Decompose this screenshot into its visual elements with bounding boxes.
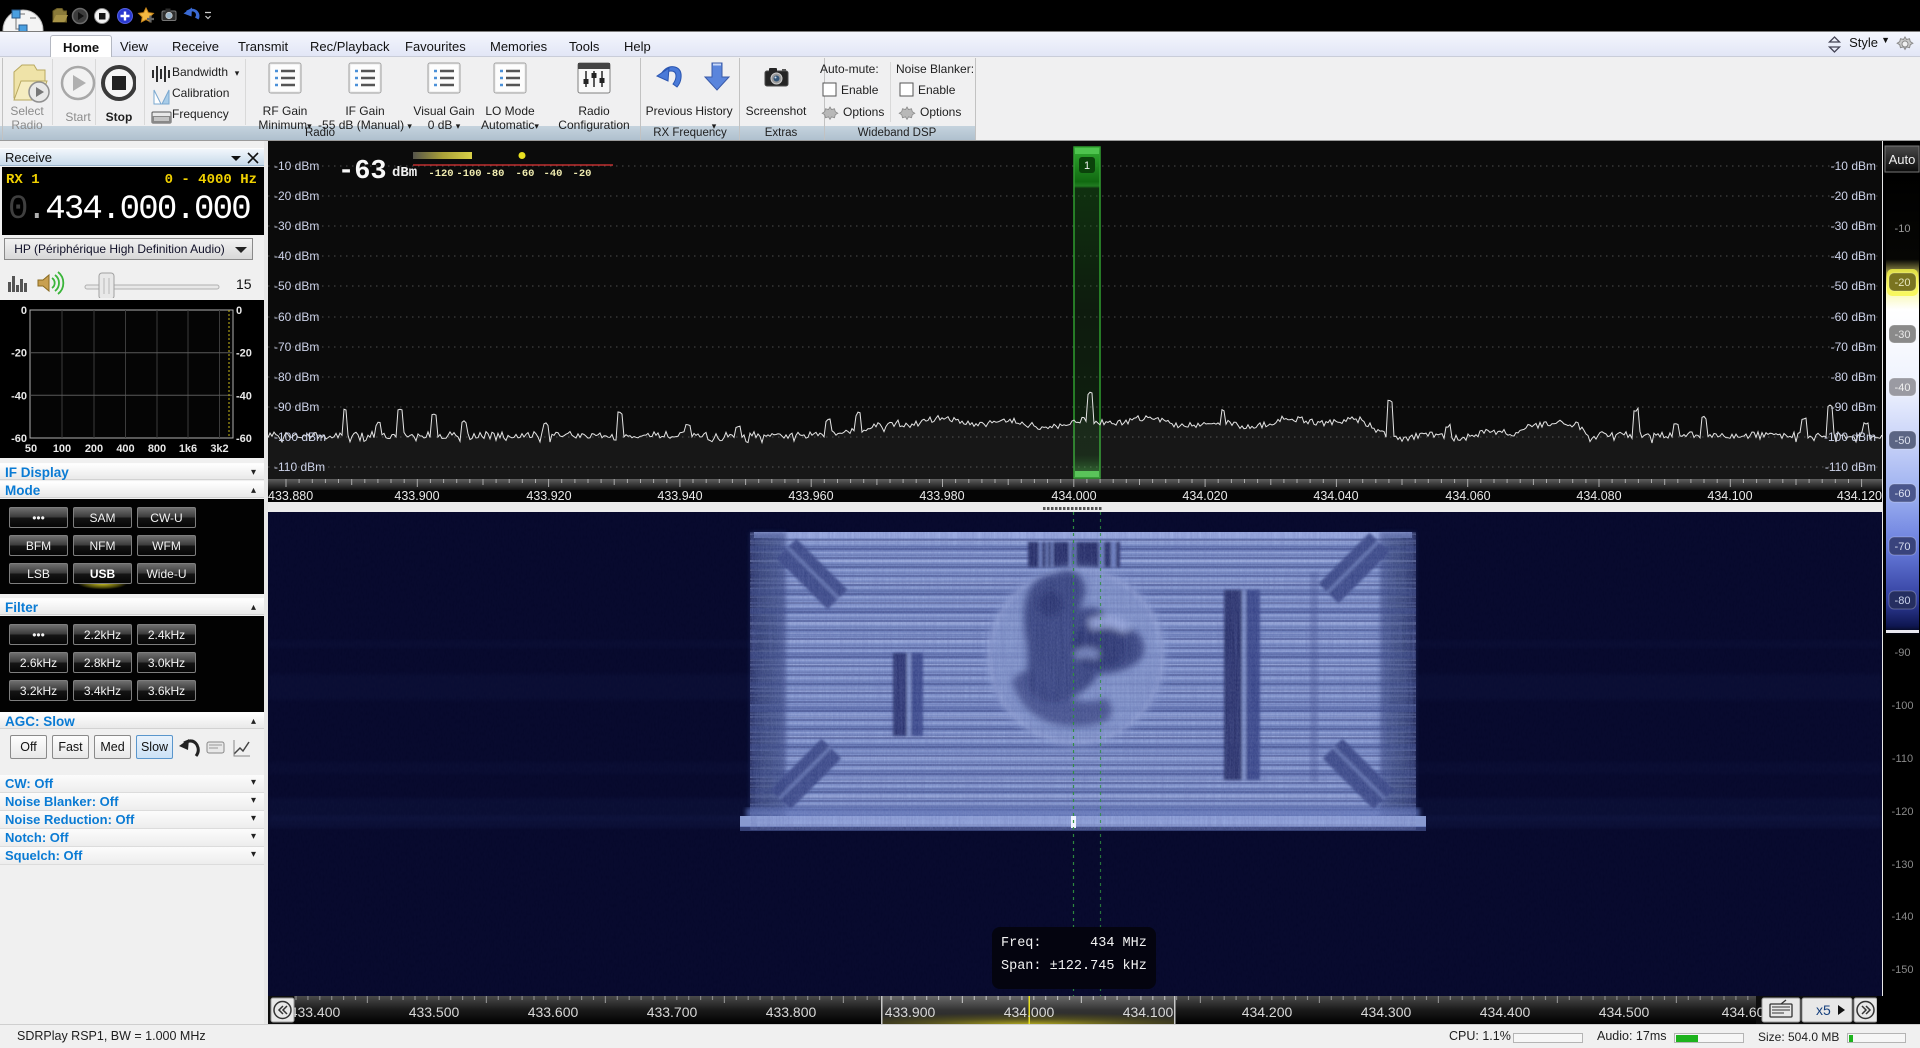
svg-text:-90 dBm: -90 dBm xyxy=(1831,400,1876,414)
svg-text:-90 dBm: -90 dBm xyxy=(274,400,319,414)
svg-text:-50: -50 xyxy=(1895,435,1911,447)
svg-text:434.120: 434.120 xyxy=(1837,489,1882,502)
svg-text:433.900: 433.900 xyxy=(885,1004,936,1020)
svg-text:-80 dBm: -80 dBm xyxy=(1831,370,1876,384)
svg-text:-120: -120 xyxy=(1891,806,1913,818)
svg-text:433.500: 433.500 xyxy=(409,1004,460,1020)
svg-text:434.400: 434.400 xyxy=(1480,1004,1531,1020)
svg-text:433.980: 433.980 xyxy=(919,489,964,502)
svg-text:-40 dBm: -40 dBm xyxy=(1831,249,1876,263)
svg-text:433.880: 433.880 xyxy=(268,489,313,502)
svg-text:434.020: 434.020 xyxy=(1182,489,1227,502)
svg-text:-110 dBm: -110 dBm xyxy=(274,460,325,474)
svg-text:3k2: 3k2 xyxy=(210,443,228,455)
svg-text:-70 dBm: -70 dBm xyxy=(1831,340,1876,354)
svg-text:-40: -40 xyxy=(11,390,27,402)
svg-text:-100 dBm: -100 dBm xyxy=(274,430,326,444)
svg-text:433.800: 433.800 xyxy=(766,1004,817,1020)
svg-text:-70: -70 xyxy=(1895,541,1911,553)
svg-text:400: 400 xyxy=(116,443,134,455)
svg-text:433.960: 433.960 xyxy=(788,489,833,502)
svg-text:433.700: 433.700 xyxy=(647,1004,698,1020)
svg-text:-50 dBm: -50 dBm xyxy=(274,279,319,293)
svg-text:433.940: 433.940 xyxy=(657,489,702,502)
svg-text:-40 dBm: -40 dBm xyxy=(274,249,319,263)
svg-text:-100: -100 xyxy=(456,168,481,180)
svg-text:-150: -150 xyxy=(1891,964,1913,976)
svg-text:0: 0 xyxy=(21,305,27,317)
svg-text:-20: -20 xyxy=(1895,277,1911,289)
svg-text:-30: -30 xyxy=(1895,329,1911,341)
svg-text:-130: -130 xyxy=(1891,859,1913,871)
svg-text:200: 200 xyxy=(85,443,103,455)
svg-text:-20 dBm: -20 dBm xyxy=(274,189,319,203)
svg-text:-20: -20 xyxy=(573,168,592,180)
svg-text:-20 dBm: -20 dBm xyxy=(1831,189,1876,203)
svg-text:434.060: 434.060 xyxy=(1445,489,1490,502)
svg-text:0: 0 xyxy=(236,305,242,317)
svg-text:434.080: 434.080 xyxy=(1576,489,1621,502)
svg-text:-60: -60 xyxy=(1895,488,1911,500)
svg-text:x5: x5 xyxy=(1816,1002,1831,1018)
svg-text:433.900: 433.900 xyxy=(394,489,439,502)
svg-text:-140: -140 xyxy=(1891,911,1913,923)
svg-text:-90: -90 xyxy=(1895,647,1911,659)
svg-text:50: 50 xyxy=(25,443,37,455)
svg-text:-70 dBm: -70 dBm xyxy=(274,340,319,354)
svg-text:434.000: 434.000 xyxy=(1004,1004,1055,1020)
svg-text:434.60: 434.60 xyxy=(1722,1004,1765,1020)
svg-text:-40: -40 xyxy=(1895,382,1911,394)
svg-text:433.600: 433.600 xyxy=(528,1004,579,1020)
svg-text:-80: -80 xyxy=(486,168,505,180)
svg-text:Auto: Auto xyxy=(1889,152,1916,167)
svg-text:-60: -60 xyxy=(516,168,535,180)
svg-text:434.500: 434.500 xyxy=(1599,1004,1650,1020)
svg-text:434.000: 434.000 xyxy=(1051,489,1096,502)
svg-text:433.920: 433.920 xyxy=(526,489,571,502)
svg-text:-60 dBm: -60 dBm xyxy=(1831,310,1876,324)
svg-text:1k6: 1k6 xyxy=(179,443,197,455)
svg-text:-10 dBm: -10 dBm xyxy=(274,159,319,173)
svg-text:-60: -60 xyxy=(236,433,252,445)
svg-text:434.200: 434.200 xyxy=(1242,1004,1293,1020)
svg-text:-100 dBm: -100 dBm xyxy=(1824,430,1876,444)
svg-text:-100: -100 xyxy=(1891,700,1913,712)
svg-text:-30 dBm: -30 dBm xyxy=(274,219,319,233)
svg-text:-20: -20 xyxy=(236,348,252,360)
svg-text:-80 dBm: -80 dBm xyxy=(274,370,319,384)
svg-text:434.300: 434.300 xyxy=(1361,1004,1412,1020)
svg-text:-40: -40 xyxy=(236,390,252,402)
svg-text:434.100: 434.100 xyxy=(1707,489,1752,502)
svg-text:-10 dBm: -10 dBm xyxy=(1831,159,1876,173)
svg-text:433.400: 433.400 xyxy=(290,1004,341,1020)
svg-text:-20: -20 xyxy=(11,348,27,360)
svg-text:-50 dBm: -50 dBm xyxy=(1831,279,1876,293)
svg-text:-60 dBm: -60 dBm xyxy=(274,310,319,324)
svg-text:-110: -110 xyxy=(1892,753,1913,765)
svg-text:-40: -40 xyxy=(544,168,563,180)
svg-text:100: 100 xyxy=(53,443,71,455)
svg-text:-110 dBm: -110 dBm xyxy=(1825,460,1876,474)
svg-text:dBm: dBm xyxy=(392,165,417,181)
svg-text:-63: -63 xyxy=(338,157,387,187)
svg-text:1: 1 xyxy=(1084,160,1090,172)
svg-text:-80: -80 xyxy=(1895,595,1911,607)
svg-text:434.100: 434.100 xyxy=(1123,1004,1174,1020)
svg-text:-120: -120 xyxy=(428,168,453,180)
svg-text:800: 800 xyxy=(148,443,166,455)
svg-text:-30 dBm: -30 dBm xyxy=(1831,219,1876,233)
svg-text:434.040: 434.040 xyxy=(1313,489,1358,502)
svg-text:-10: -10 xyxy=(1895,223,1911,235)
